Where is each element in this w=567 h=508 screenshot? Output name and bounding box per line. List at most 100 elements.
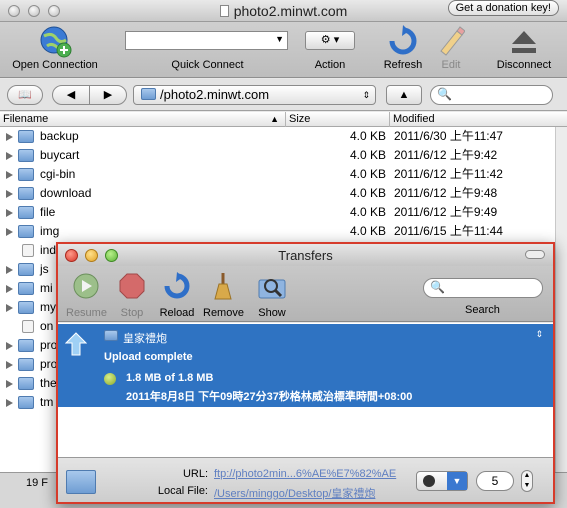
file-name: backup (40, 129, 79, 143)
show-button[interactable]: Show (252, 272, 292, 319)
folder-icon (18, 225, 34, 238)
file-row[interactable]: download 4.0 KB 2011/6/12 上午9:48 (0, 184, 567, 203)
status-dot-icon (104, 373, 116, 385)
quick-connect-group: Quick Connect (125, 22, 290, 77)
disclosure-triangle-icon[interactable] (6, 190, 13, 198)
show-label: Show (258, 307, 286, 319)
magnifier-folder-icon (258, 279, 286, 299)
local-file-link[interactable]: /Users/minggo/Desktop/皇家禮炮 (214, 485, 375, 501)
transfer-status: Upload complete (104, 351, 193, 363)
connections-field[interactable]: 5 (476, 471, 514, 491)
back-arrow-icon: ◀ (66, 89, 76, 101)
transfers-search-input[interactable]: 🔍 (423, 278, 543, 298)
file-row[interactable]: cgi-bin 4.0 KB 2011/6/12 上午11:42 (0, 165, 567, 184)
speed-gauge-icon (423, 475, 435, 487)
disclosure-triangle-icon[interactable] (6, 133, 13, 141)
disconnect-button[interactable]: Disconnect (492, 22, 556, 77)
transfers-list: 皇家禮炮 Upload complete 1.8 MB of 1.8 MB 20… (58, 323, 553, 457)
stop-label: Stop (120, 307, 144, 319)
toolbar-toggle-button[interactable] (525, 250, 545, 259)
stop-button[interactable]: Stop (112, 272, 152, 319)
disclosure-triangle-icon[interactable] (6, 171, 13, 179)
vertical-scrollbar[interactable] (555, 127, 567, 472)
stop-icon (119, 273, 145, 299)
file-row[interactable]: file 4.0 KB 2011/6/12 上午9:49 (0, 203, 567, 222)
disclosure-triangle-icon[interactable] (6, 285, 13, 293)
forward-button[interactable]: ▶ (89, 85, 127, 105)
quick-connect-label: Quick Connect (171, 59, 244, 71)
folder-icon (18, 149, 34, 162)
disclosure-triangle-icon[interactable] (6, 361, 13, 369)
file-modified: 2011/6/12 上午9:49 (394, 205, 498, 219)
open-connection-button[interactable]: Open Connection (10, 22, 100, 77)
folder-icon (18, 187, 34, 200)
file-search-input[interactable]: 🔍 (430, 85, 553, 105)
search-icon: 🔍 (437, 87, 452, 101)
folder-icon (141, 88, 156, 100)
disclosure-triangle-icon[interactable] (6, 209, 13, 217)
disclosure-triangle-icon[interactable] (6, 399, 13, 407)
file-row[interactable]: img 4.0 KB 2011/6/15 上午11:44 (0, 222, 567, 241)
file-name: mi (40, 281, 53, 295)
parent-directory-button[interactable]: ▲ (386, 85, 422, 105)
file-row[interactable]: backup 4.0 KB 2011/6/30 上午11:47 (0, 127, 567, 146)
updown-arrows-icon: ⇕ (535, 329, 543, 339)
file-row[interactable]: buycart 4.0 KB 2011/6/12 上午9:42 (0, 146, 567, 165)
action-label: Action (314, 59, 346, 71)
folder-icon (18, 377, 34, 390)
url-link[interactable]: ftp://photo2min...6%AE%E7%82%AE (214, 468, 396, 480)
file-modified: 2011/6/30 上午11:47 (394, 129, 503, 143)
folder-icon (18, 396, 34, 409)
main-toolbar: Open Connection ▼ Quick Connect ⚙ ▾ Acti… (0, 22, 567, 78)
edit-button[interactable]: Edit (430, 22, 472, 77)
file-name: js (40, 262, 49, 276)
folder-icon (18, 282, 34, 295)
file-size: 4.0 KB (349, 186, 386, 200)
filename-header-label: Filename (3, 113, 49, 125)
file-modified: 2011/6/12 上午9:42 (394, 148, 498, 162)
folder-icon[interactable] (66, 470, 96, 494)
file-size: 4.0 KB (349, 224, 386, 238)
back-button[interactable]: ◀ (52, 85, 90, 105)
disclosure-triangle-icon[interactable] (6, 266, 13, 274)
resume-button[interactable]: Resume (66, 272, 107, 319)
updown-arrows-icon: ⇕ (362, 90, 370, 100)
refresh-button[interactable]: Refresh (378, 22, 428, 77)
file-icon (22, 244, 34, 257)
filename-column-header[interactable]: Filename ▲ (0, 112, 286, 127)
bookmarks-button[interactable]: 📖 (7, 85, 43, 105)
file-name: pro (40, 357, 58, 371)
sort-ascending-icon: ▲ (270, 114, 279, 124)
action-group: Action (300, 22, 360, 77)
transfer-item[interactable]: 皇家禮炮 Upload complete 1.8 MB of 1.8 MB 20… (58, 324, 553, 407)
disclosure-triangle-icon[interactable] (6, 342, 13, 350)
remove-button[interactable]: Remove (203, 272, 244, 319)
file-size: 4.0 KB (349, 129, 386, 143)
transfers-toolbar: Resume Stop Reload Remove Show 🔍 Search (58, 266, 553, 322)
status-text: 19 F (26, 477, 49, 489)
play-icon (73, 273, 99, 299)
connections-stepper[interactable]: ▲ ▼ (521, 470, 533, 492)
reload-button[interactable]: Reload (157, 272, 197, 319)
disclosure-triangle-icon[interactable] (6, 380, 13, 388)
edit-label: Edit (441, 59, 461, 71)
resume-label: Resume (66, 307, 107, 319)
disconnect-label: Disconnect (496, 59, 552, 71)
file-name: file (40, 205, 56, 219)
file-name: ind (40, 243, 57, 257)
refresh-icon (389, 25, 417, 55)
bandwidth-menu[interactable]: ▼ (416, 471, 468, 491)
remove-label: Remove (203, 307, 244, 319)
disclosure-triangle-icon[interactable] (6, 304, 13, 312)
folder-icon (18, 130, 34, 143)
transfers-titlebar: Transfers (58, 244, 553, 266)
modified-column-header[interactable]: Modified (390, 112, 555, 127)
path-selector[interactable]: /photo2.minwt.com ⇕ (133, 85, 376, 105)
size-column-header[interactable]: Size (286, 112, 390, 127)
donation-key-button[interactable]: Get a donation key! (447, 0, 559, 16)
file-size: 4.0 KB (349, 205, 386, 219)
folder-icon (18, 263, 34, 276)
disclosure-triangle-icon[interactable] (6, 152, 13, 160)
disclosure-triangle-icon[interactable] (6, 228, 13, 236)
open-connection-label: Open Connection (12, 59, 98, 71)
